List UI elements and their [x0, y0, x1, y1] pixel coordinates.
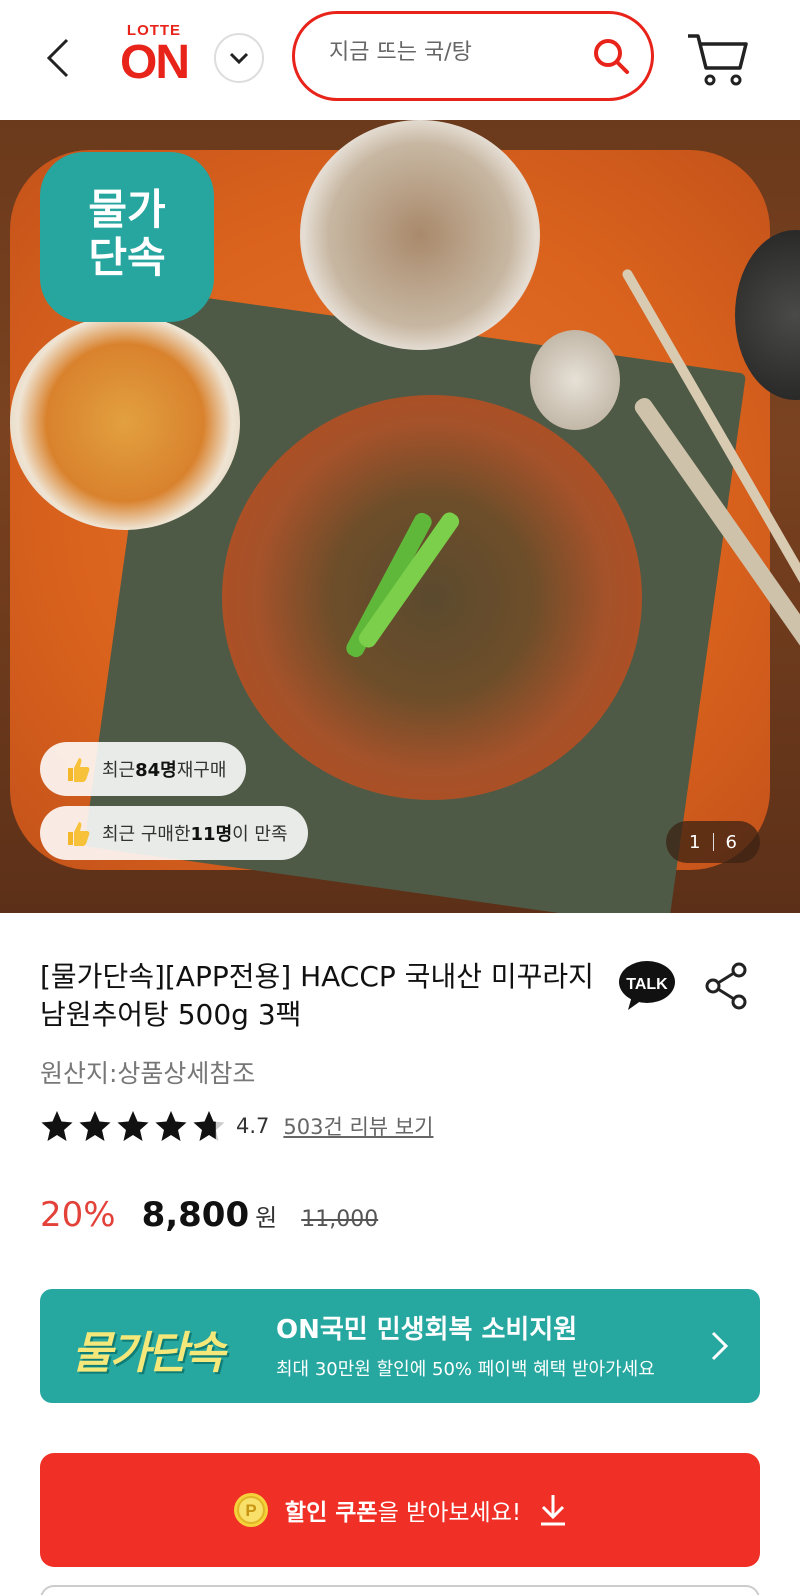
- side-dish-bowl-top: [300, 120, 540, 350]
- talk-label: TALK: [626, 976, 668, 993]
- lotte-on-logo[interactable]: LOTTE ON: [114, 22, 194, 92]
- coupon-rest-text: 을 받아보세요!: [377, 1500, 522, 1526]
- image-pager: 1 6: [666, 821, 760, 863]
- category-dropdown-button[interactable]: [214, 33, 264, 83]
- pager-total: 6: [725, 831, 737, 853]
- kakao-talk-icon[interactable]: TALK: [618, 960, 676, 1012]
- sale-price: 8,800: [141, 1195, 250, 1235]
- promo-logo: 물가단속: [72, 1328, 225, 1379]
- repurchase-prefix: 최근: [102, 760, 136, 781]
- repurchase-pill: 최근 84명 재구매: [40, 742, 247, 796]
- promo-title: ON국민 민생회복 소비지원: [276, 1315, 578, 1345]
- point-coin-icon: P: [233, 1493, 268, 1527]
- coupon-bold-text: 할인 쿠폰: [284, 1500, 378, 1526]
- pager-separator: [712, 833, 714, 851]
- star-icon: [193, 1111, 225, 1141]
- satisfaction-pill: 최근 구매한 11명 이 만족: [40, 806, 308, 860]
- review-link[interactable]: 503건 리뷰 보기: [283, 1111, 433, 1141]
- price-row: 20% 8,800 원 11,000: [40, 1195, 378, 1235]
- discount-rate: 20%: [40, 1195, 116, 1235]
- satisfaction-prefix: 최근 구매한: [102, 824, 191, 845]
- pager-current: 1: [689, 831, 701, 853]
- repurchase-suffix: 재구매: [176, 760, 227, 781]
- star-icon: [155, 1111, 187, 1141]
- promo-banner[interactable]: 물가단속 ON국민 민생회복 소비지원 최대 30만원 할인에 50% 페이백 …: [40, 1289, 760, 1403]
- logo-main-text: ON: [120, 36, 190, 89]
- promo-subtitle: 최대 30만원 할인에 50% 페이백 혜택 받아가세요: [276, 1359, 655, 1380]
- sale-badge: 물가 단속: [40, 152, 214, 322]
- original-price: 11,000: [301, 1207, 379, 1232]
- search-icon[interactable]: [591, 36, 631, 76]
- next-section-edge: [40, 1585, 760, 1595]
- svg-text:P: P: [245, 1501, 256, 1520]
- coupon-download-button[interactable]: P 할인 쿠폰 을 받아보세요!: [40, 1453, 760, 1567]
- search-input[interactable]: 지금 뜨는 국/탕: [292, 11, 654, 101]
- chevron-left-icon: [46, 38, 69, 78]
- app-header: LOTTE ON 지금 뜨는 국/탕: [0, 0, 800, 120]
- currency-label: 원: [255, 1204, 278, 1232]
- rating-value: 4.7: [236, 1114, 270, 1138]
- rating-row: 4.7 503건 리뷰 보기: [40, 1106, 433, 1146]
- side-dish-bowl-left: [10, 315, 240, 530]
- back-button[interactable]: [38, 30, 78, 86]
- spoon-image: [530, 330, 620, 430]
- chevron-down-icon: [229, 52, 249, 65]
- product-image-carousel[interactable]: 물가 단속 최근 84명 재구매 최근 구매한 11명 이 만족 1 6: [0, 120, 800, 913]
- star-icon: [117, 1111, 149, 1141]
- satisfaction-count: 11명: [190, 824, 233, 845]
- share-icon[interactable]: [704, 962, 748, 1010]
- repurchase-count: 84명: [135, 760, 177, 781]
- star-icon: [79, 1111, 111, 1141]
- sale-badge-line1: 물가: [88, 185, 166, 234]
- search-placeholder: 지금 뜨는 국/탕: [329, 40, 472, 65]
- download-icon: [541, 1495, 566, 1526]
- cart-icon[interactable]: [686, 28, 750, 88]
- origin-info: 원산지:상품상세참조: [40, 1059, 256, 1088]
- star-icon: [41, 1111, 73, 1141]
- sale-badge-line2: 단속: [88, 233, 166, 282]
- star-rating: [40, 1109, 226, 1143]
- thumbs-up-icon: [68, 758, 90, 782]
- thumbs-up-icon: [68, 822, 90, 846]
- product-title: [물가단속][APP전용] HACCP 국내산 미꾸라지 남원추어탕 500g …: [40, 960, 594, 1031]
- soup-bowl-image: [222, 395, 642, 800]
- chevron-right-icon: [711, 1331, 729, 1361]
- satisfaction-suffix: 이 만족: [232, 824, 288, 845]
